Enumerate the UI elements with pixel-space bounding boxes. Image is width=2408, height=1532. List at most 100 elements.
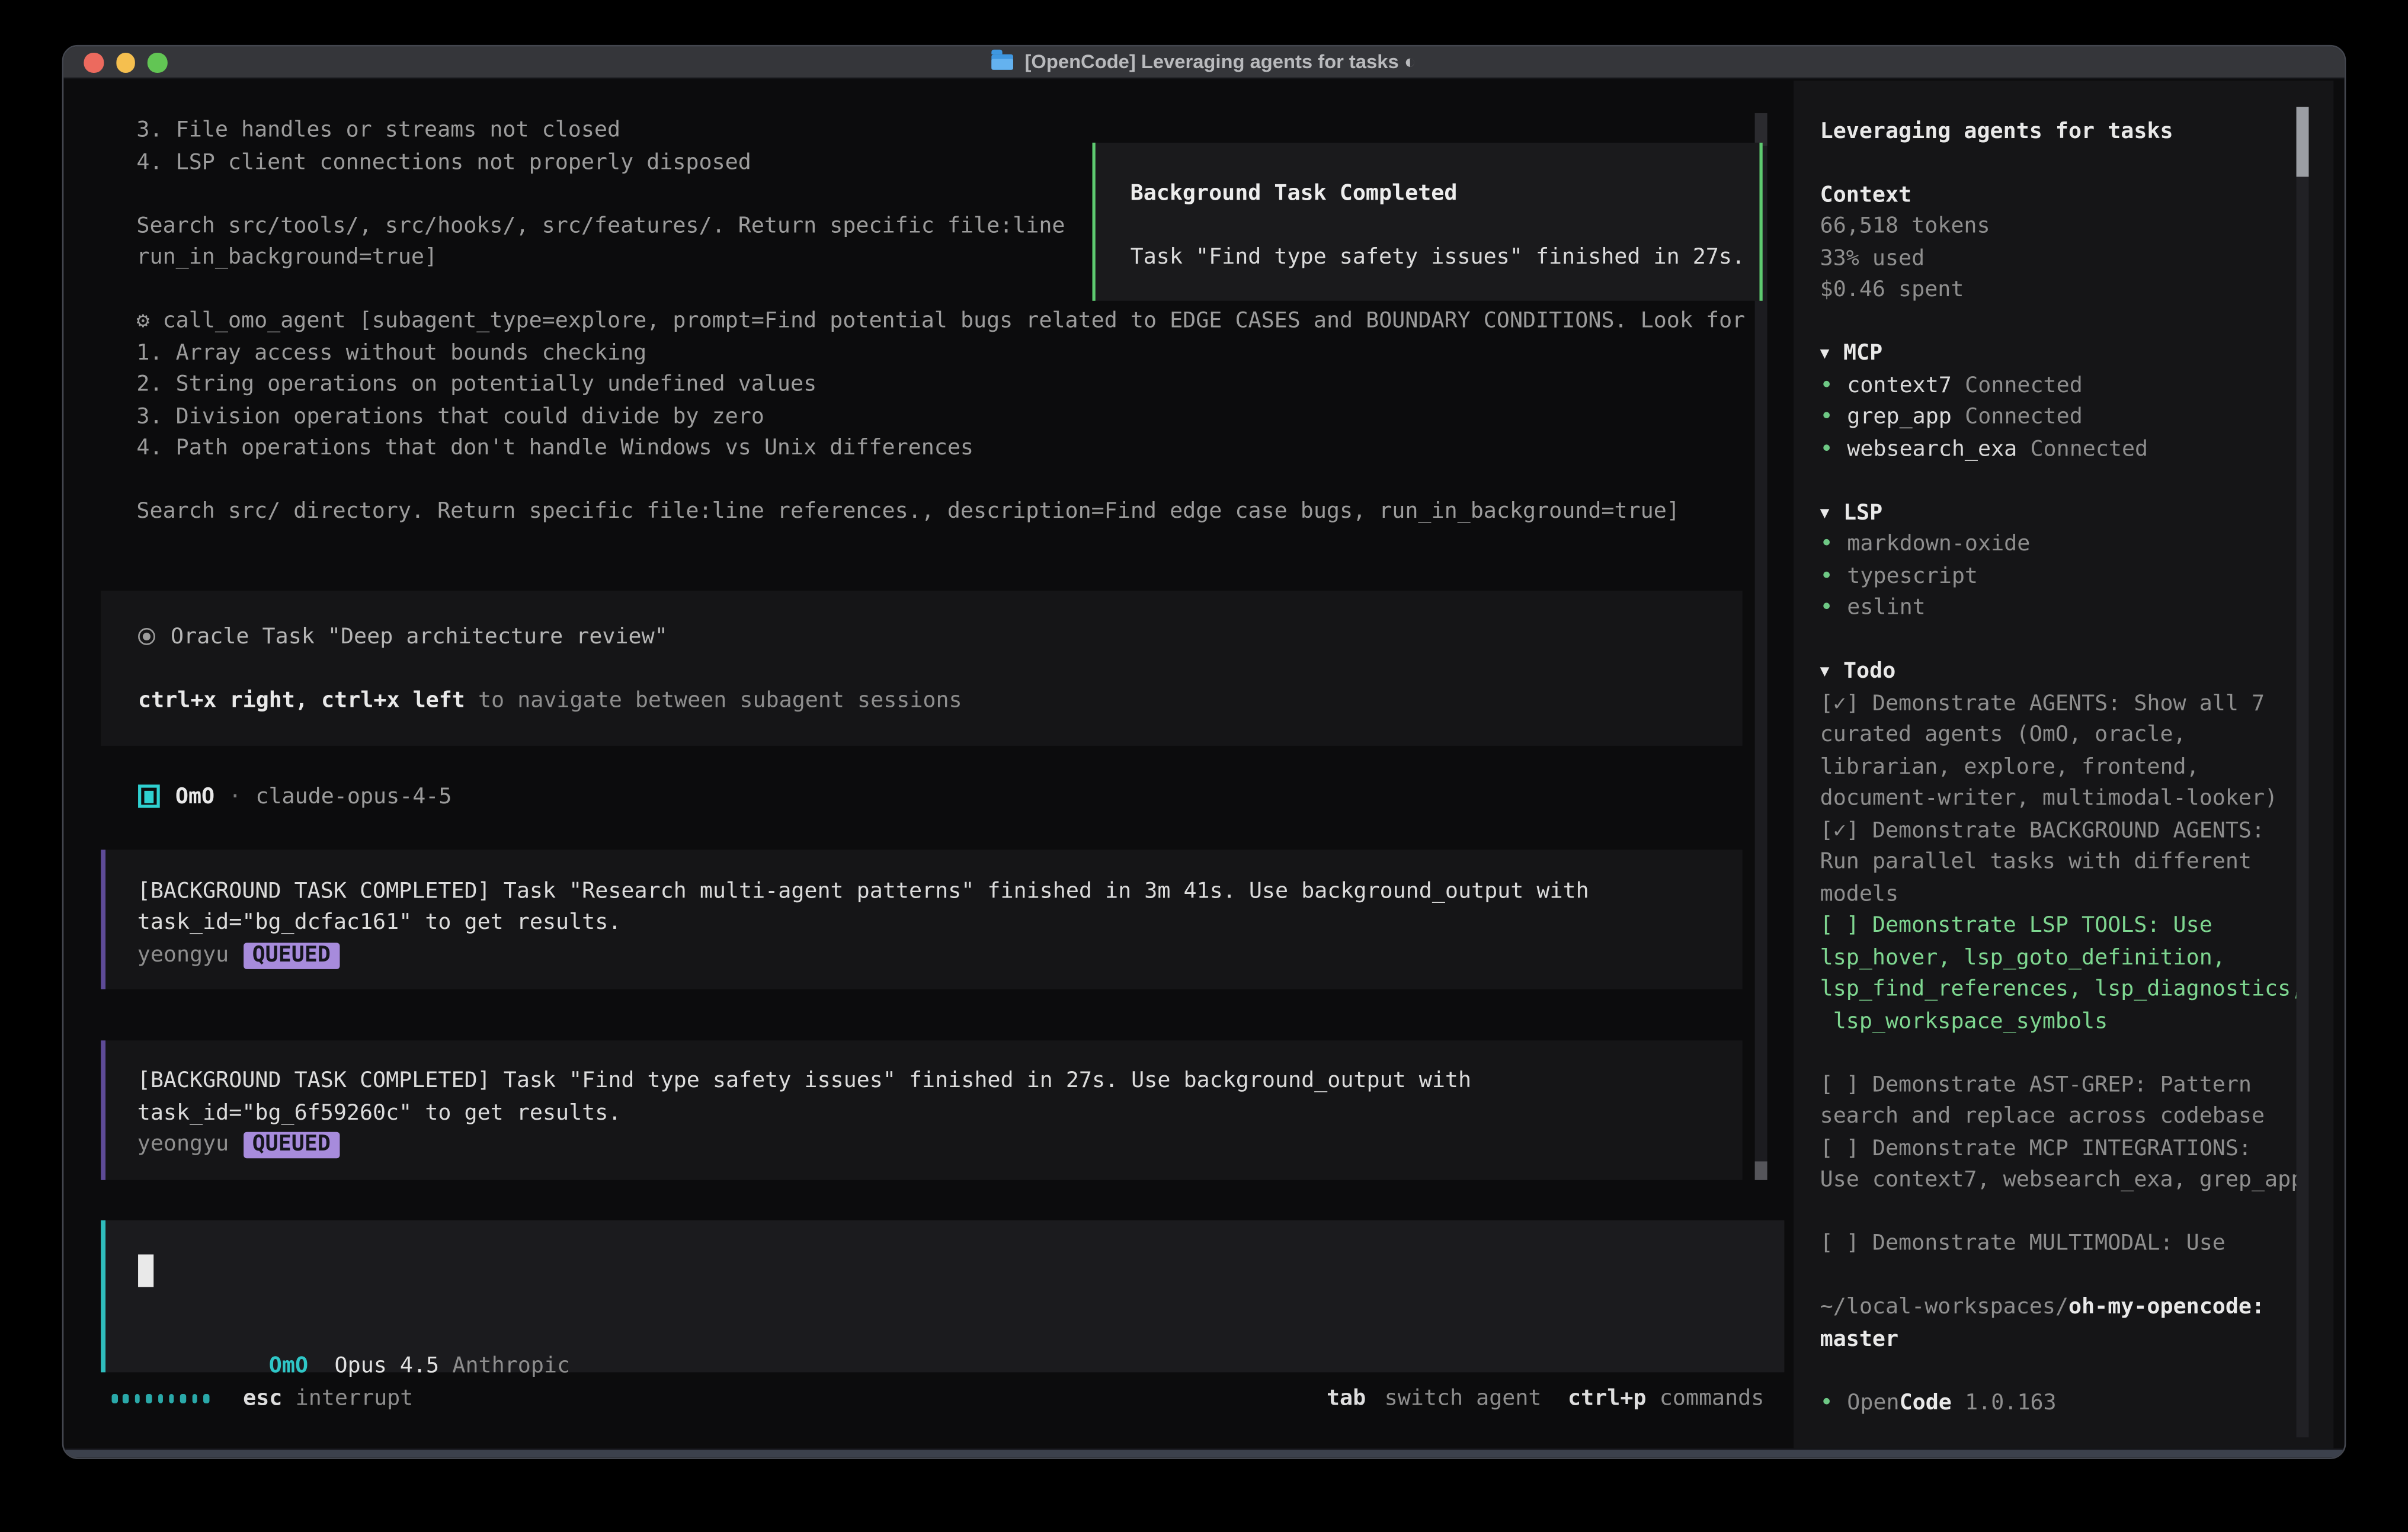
- screen: [OpenCode] Leveraging agents for tasks ◐…: [0, 0, 2408, 1532]
- status-dot-icon: [1820, 532, 1847, 557]
- status-bar: esc interrupt tab switch agent ctrl+p comma…: [112, 1382, 1765, 1414]
- spinner-dot: [192, 1394, 197, 1402]
- status-dot-icon: [1820, 405, 1847, 430]
- dot-separator: ·: [229, 784, 242, 809]
- spinner-dot: [181, 1394, 186, 1402]
- transcript-line: 3. Division operations that could divide…: [136, 401, 1745, 433]
- status-dot-icon: [1820, 564, 1847, 589]
- status-dot-icon: [1820, 437, 1847, 461]
- todo-line: [✓] Demonstrate AGENTS: Show all 7: [1820, 688, 2304, 720]
- spinner-dot: [123, 1394, 129, 1402]
- todo-line: Use context7, websearch_exa, grep_app: [1820, 1165, 2304, 1197]
- todo-line: [ ] Demonstrate AST-GREP: Pattern: [1820, 1069, 2304, 1101]
- message-line: task_id="bg_6f59260c" to get results.: [137, 1097, 1743, 1129]
- sidebar-scrollbar-thumb[interactable]: [2295, 106, 2308, 177]
- oracle-task-title: Oracle Task "Deep architecture review": [138, 621, 1743, 653]
- spinner-dot: [203, 1394, 209, 1402]
- sidebar-scrollbar-track[interactable]: [2295, 106, 2308, 1437]
- window-title: [OpenCode] Leveraging agents for tasks ◐: [992, 51, 1416, 73]
- message-meta: yeongyuQUEUED: [137, 1129, 1743, 1161]
- session-title: Leveraging agents for tasks: [1820, 116, 2304, 148]
- background-task-toast: Background Task Completed Task "Find typ…: [1091, 142, 1762, 300]
- todo-line: [✓] Demonstrate BACKGROUND AGENTS:: [1820, 815, 2304, 847]
- context-heading: Context: [1820, 180, 2304, 211]
- todo-line: document-writer, multimodal-looker): [1820, 783, 2304, 815]
- transcript-line: [136, 464, 1745, 496]
- mcp-item: websearch_exaConnected: [1820, 434, 2304, 466]
- main-scrollbar-top-cap: [1755, 113, 1767, 145]
- oracle-task-panel: Oracle Task "Deep architecture review" c…: [101, 591, 1742, 746]
- tool-call-line: call_omo_agent [subagent_type=explore, p…: [136, 306, 1745, 338]
- toast-title: Background Task Completed: [1131, 178, 1759, 210]
- esc-key-hint: esc: [243, 1386, 282, 1411]
- section-lsp[interactable]: LSP: [1820, 498, 2304, 530]
- username: yeongyu: [137, 1132, 229, 1157]
- workspace-branch: master: [1820, 1324, 2304, 1356]
- todo-line: search and replace across codebase: [1820, 1101, 2304, 1133]
- lsp-item: eslint: [1820, 593, 2304, 625]
- activity-spinner: [112, 1394, 209, 1402]
- ctrlp-key-hint: ctrl+p: [1568, 1386, 1646, 1411]
- agent-model: claude-opus-4-5: [255, 784, 451, 809]
- close-button[interactable]: [84, 53, 103, 72]
- subagent-nav-hint: ctrl+x right, ctrl+x left to navigate be…: [138, 685, 1743, 717]
- todo-line-active: lsp_hover, lsp_goto_definition,: [1820, 943, 2304, 975]
- tab-key-label: switch agent: [1385, 1386, 1542, 1411]
- section-mcp[interactable]: MCP: [1820, 338, 2304, 370]
- agent-square-icon: [138, 785, 160, 808]
- input-model-name: Opus 4.5: [335, 1354, 440, 1379]
- traffic-lights: [84, 53, 166, 72]
- message-line: [BACKGROUND TASK COMPLETED] Task "Find t…: [137, 1066, 1743, 1098]
- todo-line: [ ] Demonstrate MULTIMODAL: Use: [1820, 1229, 2304, 1261]
- chevron-down-icon: [1820, 659, 1843, 684]
- main-scrollbar-thumb[interactable]: [1755, 1161, 1767, 1179]
- mcp-item: grep_appConnected: [1820, 402, 2304, 434]
- radio-circle-icon: [138, 627, 155, 645]
- agent-header: OmO · claude-opus-4-5: [138, 781, 451, 813]
- context-spent: $0.46 spent: [1820, 275, 2304, 307]
- todo-line-active: lsp_workspace_symbols: [1820, 1006, 2304, 1038]
- todo-line-active: lsp_find_references, lsp_diagnostics,: [1820, 974, 2304, 1006]
- tab-key-hint: tab: [1327, 1386, 1366, 1411]
- message-meta: yeongyuQUEUED: [137, 939, 1743, 971]
- chevron-down-icon: [1820, 341, 1843, 366]
- transcript-line: Search src/ directory. Return specific f…: [136, 496, 1745, 528]
- workspace-path: ~/local-workspaces/oh-my-opencode:: [1820, 1292, 2304, 1324]
- transcript-line: 4. Path operations that don't handle Win…: [136, 432, 1745, 464]
- status-dot-icon: [1820, 596, 1847, 621]
- text-cursor: [138, 1254, 153, 1287]
- window-title-text: [OpenCode] Leveraging agents for tasks ◐: [1025, 51, 1416, 73]
- lsp-item: typescript: [1820, 561, 2304, 593]
- folder-icon: [992, 53, 1014, 69]
- zoom-button[interactable]: [148, 53, 167, 72]
- esc-key-label: interrupt: [296, 1386, 414, 1411]
- context-tokens: 66,518 tokens: [1820, 211, 2304, 243]
- ctrlp-key-label: commands: [1660, 1386, 1765, 1411]
- todo-line: librarian, explore, frontend,: [1820, 752, 2304, 784]
- prompt-input[interactable]: OmOOpus 4.5Anthropic: [101, 1220, 1784, 1371]
- window-bottom-edge: [63, 1447, 2344, 1457]
- spinner-dot: [158, 1394, 163, 1402]
- spinner-dot: [112, 1394, 117, 1402]
- model-row: OmOOpus 4.5Anthropic: [138, 1319, 570, 1351]
- message-line: task_id="bg_dcfac161" to get results.: [137, 908, 1743, 940]
- todo-line: models: [1820, 879, 2304, 911]
- content-area: 3. File handles or streams not closed 4.…: [65, 81, 2343, 1447]
- todo-line-active: [ ] Demonstrate LSP TOOLS: Use: [1820, 911, 2304, 943]
- input-agent-name: OmO: [269, 1354, 308, 1379]
- todo-line: [ ] Demonstrate MCP INTEGRATIONS:: [1820, 1133, 2304, 1165]
- lsp-item: markdown-oxide: [1820, 529, 2304, 561]
- transcript-line: 2. String operations on potentially unde…: [136, 369, 1745, 401]
- terminal-window: [OpenCode] Leveraging agents for tasks ◐…: [62, 44, 2346, 1459]
- status-badge: QUEUED: [243, 943, 340, 969]
- todo-line: curated agents (OmO, oracle,: [1820, 720, 2304, 752]
- todo-line: Run parallel tasks with different: [1820, 847, 2304, 879]
- minimize-button[interactable]: [116, 53, 135, 72]
- section-todo[interactable]: Todo: [1820, 656, 2304, 688]
- input-provider-name: Anthropic: [452, 1354, 570, 1379]
- message-line: [BACKGROUND TASK COMPLETED] Task "Resear…: [137, 876, 1743, 908]
- spinner-dot: [135, 1394, 140, 1402]
- context-used: 33% used: [1820, 243, 2304, 275]
- titlebar[interactable]: [OpenCode] Leveraging agents for tasks ◐: [63, 46, 2344, 79]
- status-dot-icon: [1820, 373, 1847, 398]
